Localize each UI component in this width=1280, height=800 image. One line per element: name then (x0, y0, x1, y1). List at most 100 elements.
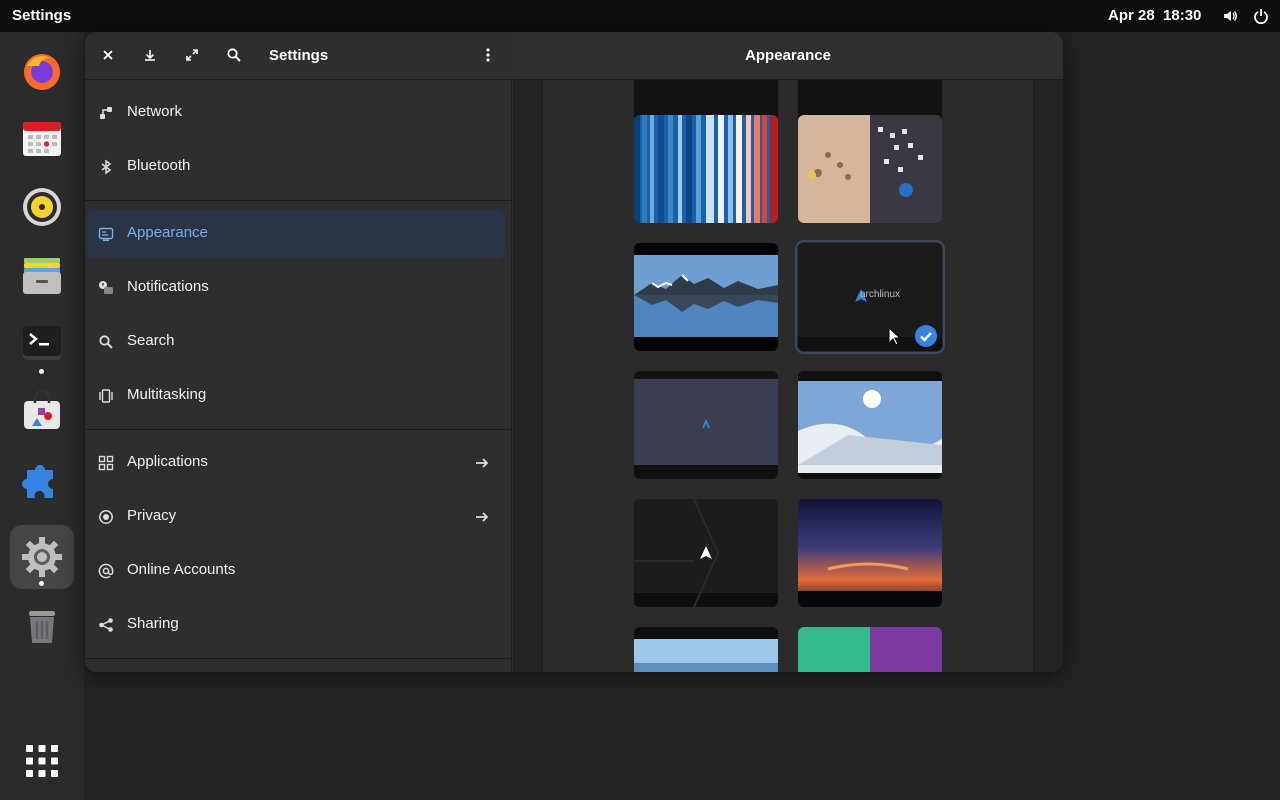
sidebar-item-label: Network (127, 103, 183, 120)
sidebar-item-multitasking[interactable]: Multitasking (85, 371, 512, 421)
network-icon (100, 107, 112, 119)
wallpaper-thumb-snowy-slope[interactable] (798, 371, 942, 479)
dock-show-apps[interactable] (10, 729, 74, 793)
running-indicator (39, 581, 44, 586)
music-player-icon (23, 188, 61, 226)
sidebar: Settings Network Bluetooth Appearance No… (85, 32, 512, 672)
blue-horizon-image (634, 627, 778, 672)
sidebar-separator (85, 200, 512, 201)
bluetooth-icon (101, 159, 112, 175)
sidebar-item-label: Applications (127, 453, 208, 470)
content-area: Appearance archlinux (513, 32, 1063, 672)
sidebar-item-label: Appearance (127, 224, 208, 241)
main-menu-icon[interactable] (480, 47, 496, 63)
sidebar-item-bluetooth[interactable]: Bluetooth (85, 142, 512, 192)
wallpaper-thumb-mountain-reflection[interactable] (634, 243, 778, 351)
wallpaper-thumb-warming-stripes[interactable] (634, 115, 778, 223)
dock-trash[interactable] (10, 593, 74, 657)
running-indicator (39, 369, 44, 374)
puzzle-piece-icon (22, 465, 53, 498)
applications-icon (98, 455, 114, 471)
sidebar-item-notifications[interactable]: Notifications (85, 263, 512, 313)
files-icon (23, 258, 61, 294)
sidebar-item-label: Search (127, 332, 175, 349)
arrow-right-icon (476, 458, 489, 468)
wallpaper-caption: archlinux (860, 289, 901, 300)
dock-rhythmbox[interactable] (10, 175, 74, 239)
sidebar-title: Settings (269, 47, 329, 64)
sidebar-header: Settings (85, 32, 512, 80)
content-header: Appearance (513, 32, 1063, 80)
minimize-icon[interactable] (142, 47, 158, 63)
top-bar: Settings Apr 28 18:30 (0, 0, 1280, 32)
sidebar-item-label: Online Accounts (127, 561, 236, 578)
sidebar-item-network[interactable]: Network (85, 88, 512, 138)
multitasking-icon (99, 389, 113, 403)
online-accounts-icon (98, 563, 114, 579)
calendar-icon (23, 122, 61, 156)
mountain-reflection-image (634, 243, 778, 351)
sidebar-item-label: Notifications (127, 278, 209, 295)
sidebar-separator (85, 429, 512, 430)
dock-extensions[interactable] (10, 447, 74, 511)
dock (0, 32, 84, 800)
wallpaper-thumb-arch-blue-minimal[interactable] (634, 371, 778, 479)
sidebar-item-sharing[interactable]: Sharing (85, 600, 512, 650)
sidebar-item-label: Multitasking (127, 386, 207, 403)
settings-window: Settings Network Bluetooth Appearance No… (85, 32, 1063, 672)
selected-check-badge (915, 325, 937, 347)
sidebar-item-label: Sharing (127, 615, 179, 632)
sharing-icon (99, 618, 113, 632)
clock-date: Apr 28 (1108, 7, 1155, 24)
dock-software[interactable] (10, 379, 74, 443)
power-icon[interactable] (1253, 8, 1269, 24)
dock-firefox[interactable] (10, 39, 74, 103)
wallpaper-thumb-arch-dark-geometric[interactable] (634, 499, 778, 607)
appearance-icon (98, 227, 114, 241)
sunset-sky-image (798, 499, 942, 607)
checkmark-icon (920, 332, 932, 342)
search-icon (99, 335, 113, 349)
firefox-icon (24, 54, 60, 90)
privacy-icon (99, 510, 113, 524)
dock-terminal[interactable] (10, 311, 74, 375)
green-purple-split-image (798, 627, 942, 672)
wallpaper-thumb-green-purple-split[interactable] (798, 627, 942, 672)
warming-stripes-image (634, 115, 778, 223)
trash-icon (29, 611, 55, 643)
sidebar-item-label: Bluetooth (127, 157, 191, 174)
activities-label[interactable]: Settings (12, 7, 71, 24)
wallpaper-thumb-desk-items[interactable] (798, 115, 942, 223)
search-icon[interactable] (226, 47, 242, 63)
terminal-icon (23, 326, 61, 360)
dock-files[interactable] (10, 243, 74, 307)
dock-settings[interactable] (10, 525, 74, 589)
clock-time: 18:30 (1163, 7, 1202, 24)
app-grid-icon (26, 745, 58, 777)
wallpaper-thumb-blue-horizon[interactable] (634, 627, 778, 672)
wallpaper-gallery[interactable]: archlinux (542, 80, 1034, 672)
dock-calendar[interactable] (10, 107, 74, 171)
sidebar-item-search[interactable]: Search (85, 317, 512, 367)
wallpaper-thumb-sunset-sky[interactable] (798, 499, 942, 607)
arrow-right-icon (476, 512, 489, 522)
mouse-cursor-icon (888, 327, 902, 346)
sidebar-item-applications[interactable]: Applications (85, 438, 512, 488)
desk-items-image (798, 115, 942, 223)
software-store-icon (24, 390, 60, 429)
maximize-icon[interactable] (184, 47, 200, 63)
gear-icon (22, 537, 62, 577)
sidebar-separator (85, 658, 512, 659)
arch-dark-geometric-image (634, 499, 778, 607)
arch-blue-minimal-image (634, 371, 778, 479)
sidebar-item-label: Privacy (127, 507, 177, 524)
snowy-slope-image (798, 371, 942, 479)
sidebar-item-privacy[interactable]: Privacy (85, 492, 512, 542)
page-title: Appearance (745, 47, 831, 64)
sidebar-item-appearance[interactable]: Appearance (87, 209, 505, 259)
volume-icon[interactable] (1222, 8, 1238, 24)
close-icon[interactable] (100, 47, 116, 63)
clock[interactable]: Apr 28 18:30 (1108, 7, 1201, 24)
sidebar-item-online-accounts[interactable]: Online Accounts (85, 546, 512, 596)
wallpaper-thumb-archlinux-selected[interactable]: archlinux (795, 240, 945, 354)
